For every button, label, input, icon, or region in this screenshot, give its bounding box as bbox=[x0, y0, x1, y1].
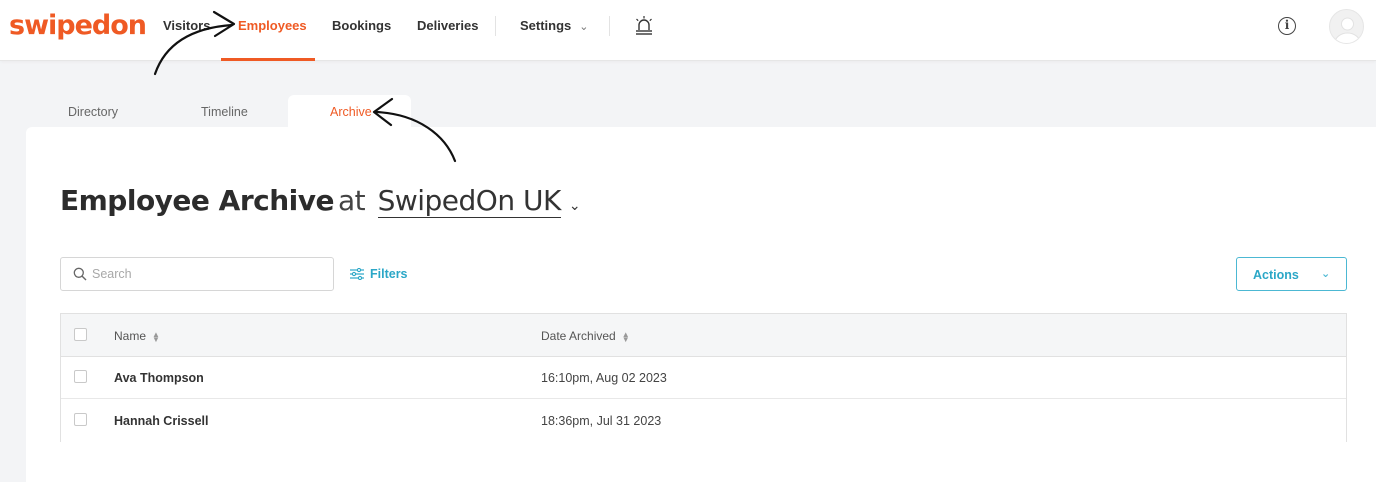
location-name[interactable]: SwipedOn UK bbox=[377, 184, 561, 218]
archive-table: Name ▲ ▼ Date Archived ▲ ▼ Ava Thompson 16:1… bbox=[60, 313, 1347, 442]
nav-settings[interactable]: Settings ⌄ bbox=[520, 18, 589, 33]
table-header: Name ▲ ▼ Date Archived ▲ ▼ bbox=[61, 314, 1346, 357]
search-icon bbox=[73, 267, 87, 281]
page-title: Employee Archive at SwipedOn UK ⌄ bbox=[60, 184, 581, 218]
chevron-down-icon: ⌄ bbox=[579, 21, 589, 33]
table-row[interactable]: Hannah Crissell 18:36pm, Jul 31 2023 bbox=[61, 400, 1346, 442]
search-box[interactable] bbox=[60, 257, 334, 291]
select-all-checkbox[interactable] bbox=[74, 328, 87, 341]
location-selector[interactable]: SwipedOn UK ⌄ bbox=[374, 184, 581, 218]
avatar[interactable] bbox=[1329, 9, 1364, 44]
column-header-name[interactable]: Name ▲ ▼ bbox=[114, 329, 160, 343]
chevron-down-icon: ⌄ bbox=[1321, 268, 1331, 280]
date-archived: 16:10pm, Aug 02 2023 bbox=[541, 371, 667, 385]
active-nav-indicator bbox=[221, 58, 315, 61]
search-input[interactable] bbox=[92, 265, 322, 283]
sort-icon: ▲ ▼ bbox=[621, 329, 630, 344]
nav-settings-label: Settings bbox=[520, 18, 572, 33]
employee-name[interactable]: Ava Thompson bbox=[114, 371, 204, 385]
nav-employees[interactable]: Employees bbox=[238, 18, 307, 33]
page-title-text: Employee Archive bbox=[60, 184, 335, 217]
date-archived: 18:36pm, Jul 31 2023 bbox=[541, 414, 662, 428]
page-title-at: at bbox=[338, 184, 366, 217]
top-nav-bar: swipedon Visitors Employees Bookings Del… bbox=[0, 0, 1376, 61]
column-header-date-label: Date Archived bbox=[541, 329, 616, 343]
alarm-icon[interactable] bbox=[633, 15, 655, 37]
info-icon[interactable]: i bbox=[1278, 17, 1296, 35]
filters-label: Filters bbox=[370, 267, 408, 281]
nav-visitors[interactable]: Visitors bbox=[163, 18, 210, 33]
employee-name[interactable]: Hannah Crissell bbox=[114, 414, 208, 428]
column-header-name-label: Name bbox=[114, 329, 147, 343]
user-silhouette-icon bbox=[1334, 17, 1361, 43]
column-header-date-archived[interactable]: Date Archived ▲ ▼ bbox=[541, 329, 630, 343]
chevron-down-icon[interactable]: ⌄ bbox=[569, 198, 581, 214]
table-row[interactable]: Ava Thompson 16:10pm, Aug 02 2023 bbox=[61, 357, 1346, 399]
nav-divider bbox=[609, 16, 610, 36]
actions-dropdown[interactable]: Actions ⌄ bbox=[1236, 257, 1347, 291]
swipedon-logo[interactable]: swipedon bbox=[9, 10, 147, 41]
sort-icon: ▲ ▼ bbox=[152, 329, 160, 344]
actions-label: Actions bbox=[1253, 268, 1299, 282]
tab-archive[interactable]: Archive bbox=[330, 105, 372, 119]
row-checkbox[interactable] bbox=[74, 413, 87, 426]
row-checkbox[interactable] bbox=[74, 370, 87, 383]
filters-button[interactable]: Filters bbox=[350, 267, 408, 281]
sliders-icon bbox=[350, 268, 364, 280]
tab-directory[interactable]: Directory bbox=[68, 105, 118, 119]
tab-timeline[interactable]: Timeline bbox=[201, 105, 248, 119]
nav-bookings[interactable]: Bookings bbox=[332, 18, 391, 33]
nav-divider bbox=[495, 16, 496, 36]
nav-deliveries[interactable]: Deliveries bbox=[417, 18, 478, 33]
